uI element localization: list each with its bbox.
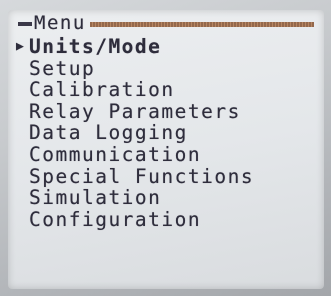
header-rule-decoration xyxy=(89,21,314,27)
selection-cursor-icon: ▶ xyxy=(16,39,26,54)
header-dash-decoration xyxy=(18,22,32,26)
menu-item-label: Configuration xyxy=(29,207,202,231)
menu-item-label: Communication xyxy=(29,142,202,166)
menu-item-setup[interactable]: Setup xyxy=(8,56,324,80)
menu-item-label: Calibration xyxy=(29,78,175,102)
device-bezel: Menu ▶ Units/Mode Setup Calibration Rela… xyxy=(0,0,331,296)
main-menu-list: ▶ Units/Mode Setup Calibration Relay Par… xyxy=(8,36,324,230)
menu-item-units-mode[interactable]: ▶ Units/Mode xyxy=(8,36,324,58)
menu-item-special-functions[interactable]: Special Functions xyxy=(8,164,324,188)
menu-item-configuration[interactable]: Configuration xyxy=(8,207,324,231)
menu-item-simulation[interactable]: Simulation xyxy=(8,187,324,209)
lcd-display: Menu ▶ Units/Mode Setup Calibration Rela… xyxy=(8,10,324,289)
menu-item-label: Units/Mode xyxy=(29,35,162,58)
menu-item-label: Simulation xyxy=(29,186,162,210)
menu-item-label: Setup xyxy=(29,56,96,80)
menu-item-label: Data Logging xyxy=(29,121,188,145)
menu-header: Menu xyxy=(18,12,314,34)
menu-item-data-logging[interactable]: Data Logging xyxy=(8,122,324,144)
menu-item-label: Special Functions xyxy=(29,164,255,188)
menu-item-calibration[interactable]: Calibration xyxy=(8,79,324,101)
menu-item-label: Relay Parameters xyxy=(29,99,241,123)
menu-title: Menu xyxy=(34,12,86,34)
menu-item-communication[interactable]: Communication xyxy=(8,144,324,166)
menu-item-relay-parameters[interactable]: Relay Parameters xyxy=(8,99,324,123)
